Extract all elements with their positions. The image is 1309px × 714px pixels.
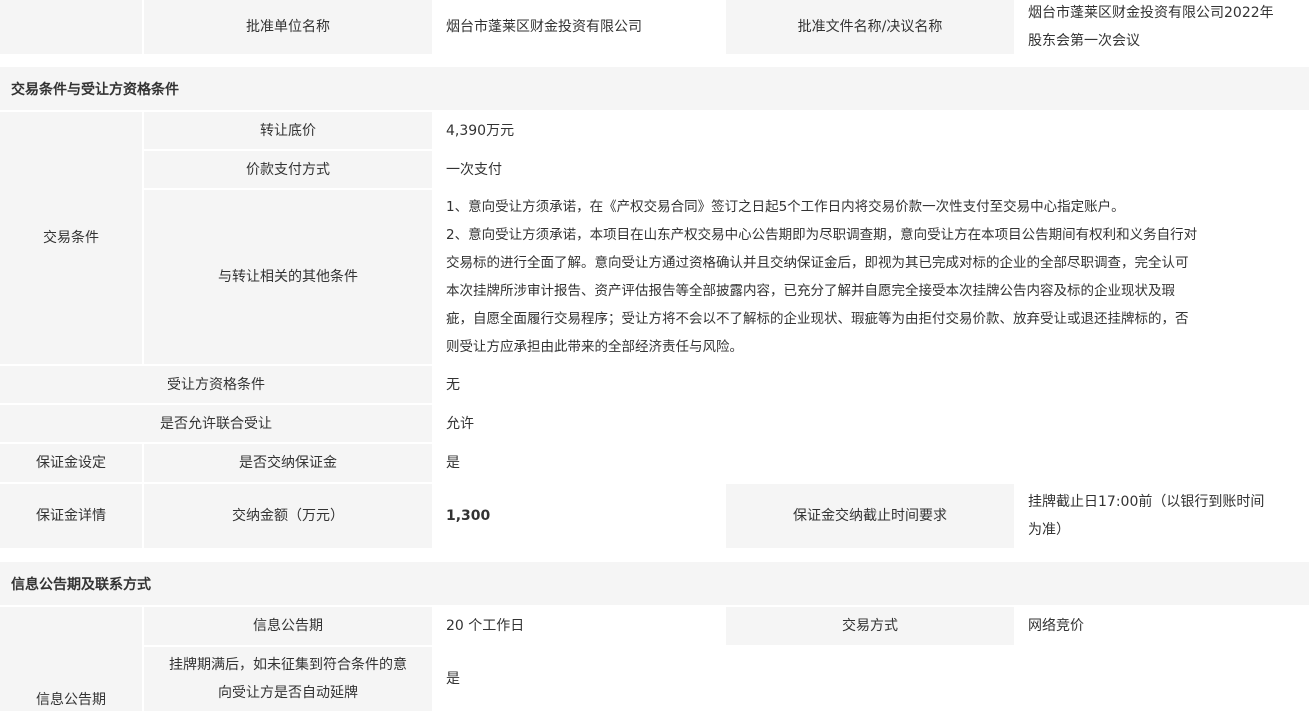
trade-method-value: 网络竞价 <box>1016 607 1309 645</box>
deposit-setting-group-label: 保证金设定 <box>0 444 142 482</box>
deposit-required-label: 是否交纳保证金 <box>144 444 432 482</box>
approval-unit-value: 烟台市蓬莱区财金投资有限公司 <box>434 0 724 54</box>
qualification-label: 受让方资格条件 <box>0 366 432 403</box>
info-period-group-label-cell: 信息公告期 <box>0 607 142 711</box>
auto-extend-label: 挂牌期满后，如未征集到符合条件的意 向受让方是否自动延牌 <box>144 647 432 711</box>
trade-method-label: 交易方式 <box>726 607 1014 645</box>
auto-extend-value: 是 <box>434 647 1309 711</box>
approval-row-left-blank <box>0 0 142 54</box>
qualification-value: 无 <box>434 366 1309 403</box>
other-conditions-label: 与转让相关的其他条件 <box>144 190 432 364</box>
other-conditions-value: 1、意向受让方须承诺，在《产权交易合同》签订之日起5个工作日内将交易价款一次性支… <box>434 190 1309 364</box>
reserve-price-label: 转让底价 <box>144 112 432 149</box>
info-period-label: 信息公告期 <box>144 607 432 645</box>
trade-conditions-group-label: 交易条件 <box>0 112 142 364</box>
approval-doc-label: 批准文件名称/决议名称 <box>726 0 1014 54</box>
deposit-required-value: 是 <box>434 444 1309 482</box>
joint-transfer-label: 是否允许联合受让 <box>0 405 432 442</box>
approval-unit-label: 批准单位名称 <box>144 0 432 54</box>
joint-transfer-value: 允许 <box>434 405 1309 442</box>
approval-doc-value: 烟台市蓬莱区财金投资有限公司2022年 股东会第一次会议 <box>1016 0 1309 54</box>
info-period-value: 20 个工作日 <box>434 607 724 645</box>
deposit-detail-group-label: 保证金详情 <box>0 484 142 548</box>
deposit-deadline-value: 挂牌截止日17:00前（以银行到账时间 为准） <box>1016 484 1309 548</box>
info-period-group-label: 信息公告期 <box>36 692 106 708</box>
section-title-info-announcement: 信息公告期及联系方式 <box>0 562 1309 605</box>
section-title-trade-conditions: 交易条件与受让方资格条件 <box>0 67 1309 110</box>
deposit-amount-label: 交纳金额（万元） <box>144 484 432 548</box>
deposit-deadline-label: 保证金交纳截止时间要求 <box>726 484 1014 548</box>
reserve-price-value: 4,390万元 <box>434 112 1309 149</box>
payment-method-value: 一次支付 <box>434 151 1309 188</box>
deposit-amount-value: 1,300 <box>434 484 724 548</box>
payment-method-label: 价款支付方式 <box>144 151 432 188</box>
